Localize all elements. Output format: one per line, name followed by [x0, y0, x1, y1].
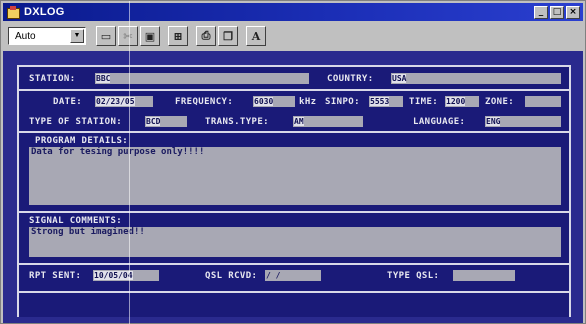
cut-icon[interactable]: ✂	[118, 26, 138, 46]
station-label: STATION:	[29, 74, 76, 84]
app-icon[interactable]	[6, 5, 20, 19]
trans-type-value: AM	[294, 117, 304, 126]
app-window: DXLOG _ □ × Auto ▼ ▭ ✂ ▣ ⊞ ⎙ ❐ A STATION…	[0, 0, 586, 324]
trans-type-field[interactable]: AM	[293, 116, 363, 127]
frequency-value: 6030	[254, 97, 274, 106]
cursor-guide-line	[129, 1, 130, 324]
station-type-value: BCD	[146, 117, 161, 126]
language-label: LANGUAGE:	[413, 117, 466, 127]
divider	[19, 263, 569, 265]
date-label: DATE:	[53, 97, 83, 107]
font-size-select[interactable]: Auto ▼	[8, 27, 86, 45]
divider	[19, 211, 569, 213]
country-value: USA	[392, 74, 407, 83]
time-field[interactable]: 1200	[445, 96, 479, 107]
signal-comments-textarea[interactable]: Strong but imagined!!	[29, 227, 561, 257]
divider	[19, 89, 569, 91]
window-title: DXLOG	[24, 6, 65, 18]
station-field[interactable]: BBC	[95, 73, 309, 84]
frequency-field[interactable]: 6030	[253, 96, 295, 107]
chevron-down-icon[interactable]: ▼	[70, 29, 84, 43]
toolbar: Auto ▼ ▭ ✂ ▣ ⊞ ⎙ ❐ A	[3, 23, 583, 49]
maximize-button[interactable]: □	[550, 5, 564, 19]
trans-type-label: TRANS.TYPE:	[205, 117, 270, 127]
sinpo-label: SINPO:	[325, 97, 360, 107]
font-icon[interactable]: A	[246, 26, 266, 46]
date-field[interactable]: 02/23/05	[95, 96, 153, 107]
font-size-value: Auto	[15, 30, 36, 42]
qsl-rcvd-field[interactable]: / /	[265, 270, 321, 281]
client-area: STATION: BBC COUNTRY: USA DATE: 02/23/05…	[3, 51, 583, 323]
station-value: BBC	[96, 74, 111, 83]
save-icon[interactable]: ▣	[140, 26, 160, 46]
time-label: TIME:	[409, 97, 439, 107]
program-details-textarea[interactable]: Data for tesing purpose only!!!!	[29, 147, 561, 205]
rpt-sent-value: 10/05/04	[94, 271, 133, 280]
minimize-button[interactable]: _	[534, 5, 548, 19]
frequency-unit: kHz	[299, 97, 317, 107]
time-value: 1200	[446, 97, 466, 106]
language-field[interactable]: ENG	[485, 116, 561, 127]
program-details-label: PROGRAM DETAILS:	[35, 136, 129, 146]
divider	[19, 131, 569, 133]
window-icon[interactable]: ❐	[218, 26, 238, 46]
type-qsl-field[interactable]	[453, 270, 515, 281]
sinpo-field[interactable]: 5553	[369, 96, 403, 107]
grid-icon[interactable]: ⊞	[168, 26, 188, 46]
station-type-field[interactable]: BCD	[145, 116, 187, 127]
zone-field[interactable]	[525, 96, 561, 107]
station-type-label: TYPE OF STATION:	[29, 117, 123, 127]
type-qsl-label: TYPE QSL:	[387, 271, 440, 281]
country-field[interactable]: USA	[391, 73, 561, 84]
log-form: STATION: BBC COUNTRY: USA DATE: 02/23/05…	[17, 65, 571, 293]
frequency-label: FREQUENCY:	[175, 97, 234, 107]
close-button[interactable]: ×	[566, 5, 580, 19]
signal-comments-label: SIGNAL COMMENTS:	[29, 216, 123, 226]
title-bar[interactable]: DXLOG _ □ ×	[3, 3, 583, 21]
blank-page-icon[interactable]: ▭	[96, 26, 116, 46]
sinpo-value: 5553	[370, 97, 390, 106]
qsl-rcvd-label: QSL RCVD:	[205, 271, 258, 281]
rpt-sent-field[interactable]: 10/05/04	[93, 270, 159, 281]
country-label: COUNTRY:	[327, 74, 374, 84]
language-value: ENG	[486, 117, 501, 126]
form-footer	[17, 293, 571, 317]
rpt-sent-label: RPT SENT:	[29, 271, 82, 281]
zone-label: ZONE:	[485, 97, 515, 107]
print-icon[interactable]: ⎙	[196, 26, 216, 46]
